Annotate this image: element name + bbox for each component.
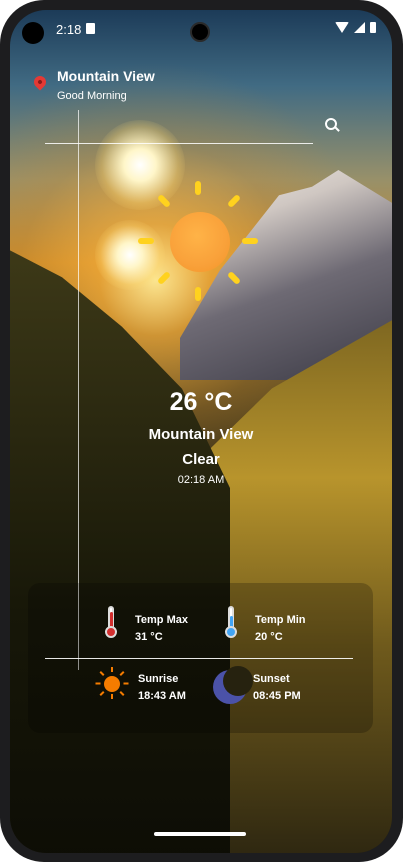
local-time: 02:18 AM xyxy=(177,474,225,486)
search-input-underline[interactable] xyxy=(45,143,313,144)
status-bar: 2:18 xyxy=(10,10,392,48)
front-camera-icon xyxy=(190,22,210,42)
temperature: 26 °C xyxy=(169,388,233,416)
sunrise: Sunrise 18:43 AM xyxy=(138,673,186,702)
signal-icon xyxy=(354,22,365,33)
battery-icon xyxy=(370,22,376,33)
temp-min-value: 20 °C xyxy=(255,631,283,643)
sunset-label: Sunset xyxy=(253,673,290,685)
card-divider xyxy=(45,658,353,659)
phone-frame: 2:18 Mountain View Good Morning 26 °C Mo… xyxy=(0,0,403,862)
status-time: 2:18 xyxy=(56,22,82,37)
moon-icon xyxy=(213,666,253,704)
home-indicator[interactable] xyxy=(154,832,246,836)
weather-city: Mountain View xyxy=(148,426,254,443)
sun-glare xyxy=(95,120,185,210)
sun-glare-secondary xyxy=(95,220,165,290)
sunset: Sunset 08:45 PM xyxy=(253,673,301,702)
temp-min-label: Temp Min xyxy=(255,614,306,626)
thermometer-hot-icon xyxy=(105,606,117,638)
weather-condition: Clear xyxy=(182,451,220,468)
wifi-icon xyxy=(335,22,349,33)
sunrise-value: 18:43 AM xyxy=(138,690,186,702)
greeting-text: Good Morning xyxy=(57,90,127,102)
temp-max-label: Temp Max xyxy=(135,614,188,626)
temp-min: Temp Min 20 °C xyxy=(255,614,306,643)
sunset-value: 08:45 PM xyxy=(253,690,301,702)
sunrise-label: Sunrise xyxy=(138,673,179,685)
header-city: Mountain View xyxy=(57,68,155,84)
temp-max: Temp Max 31 °C xyxy=(135,614,188,643)
search-icon[interactable] xyxy=(325,118,340,132)
system-icons xyxy=(335,22,376,33)
app-screen: 2:18 Mountain View Good Morning 26 °C Mo… xyxy=(10,10,392,853)
sd-card-icon xyxy=(86,23,95,34)
camera-cutout-left xyxy=(22,22,44,44)
location-pin-icon xyxy=(31,73,49,91)
thermometer-cold-icon xyxy=(225,606,237,638)
temp-max-value: 31 °C xyxy=(135,631,163,643)
